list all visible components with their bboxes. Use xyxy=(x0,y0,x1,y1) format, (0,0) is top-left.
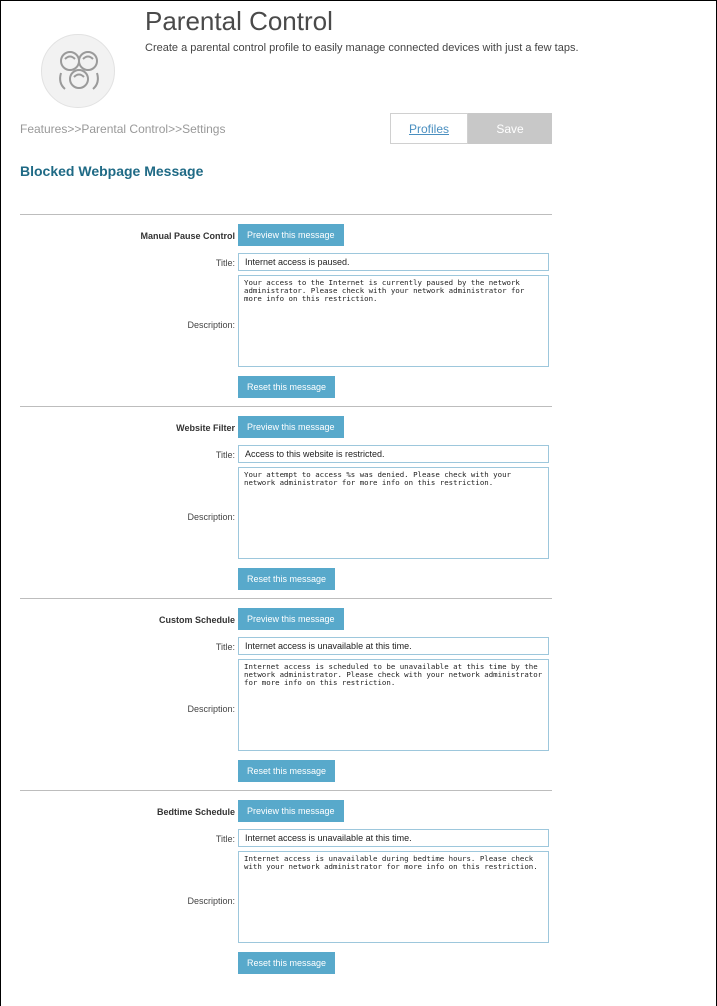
page-title: Parental Control xyxy=(145,6,333,36)
title-label: Title: xyxy=(215,258,235,268)
description-label: Description: xyxy=(187,704,235,714)
description-label: Description: xyxy=(187,896,235,906)
title-input[interactable]: Internet access is unavailable at this t… xyxy=(238,829,549,847)
message-name: Custom Schedule xyxy=(158,615,235,625)
preview-message-button[interactable]: Preview this message xyxy=(238,416,344,438)
title-input[interactable]: Internet access is unavailable at this t… xyxy=(238,637,549,655)
description-textarea[interactable]: Your access to the Internet is currently… xyxy=(238,275,549,367)
family-icon xyxy=(41,34,115,108)
description-textarea[interactable]: Your attempt to access %s was denied. Pl… xyxy=(238,467,549,559)
description-label: Description: xyxy=(187,320,235,330)
reset-message-button[interactable]: Reset this message xyxy=(238,568,336,590)
description-textarea[interactable]: Internet access is scheduled to be unava… xyxy=(238,659,549,751)
profiles-button[interactable]: Profiles xyxy=(390,113,468,144)
save-button[interactable]: Save xyxy=(468,113,552,144)
section-divider xyxy=(20,790,552,791)
title-label: Title: xyxy=(215,642,235,652)
breadcrumb: Features>>Parental Control>>Settings xyxy=(20,122,226,136)
reset-message-button[interactable]: Reset this message xyxy=(238,760,336,782)
section-divider xyxy=(20,406,552,407)
section-divider xyxy=(20,598,552,599)
preview-message-button[interactable]: Preview this message xyxy=(238,800,344,822)
title-input[interactable]: Internet access is paused. xyxy=(238,253,549,271)
reset-message-button[interactable]: Reset this message xyxy=(238,376,336,398)
section-divider xyxy=(20,214,552,215)
title-label: Title: xyxy=(215,450,235,460)
message-name: Bedtime Schedule xyxy=(156,807,235,817)
preview-message-button[interactable]: Preview this message xyxy=(238,608,344,630)
message-name: Manual Pause Control xyxy=(140,231,235,241)
description-textarea[interactable]: Internet access is unavailable during be… xyxy=(238,851,549,943)
section-heading: Blocked Webpage Message xyxy=(20,163,204,179)
page-subtitle: Create a parental control profile to eas… xyxy=(145,42,579,54)
toolbar: Profiles Save xyxy=(390,113,552,144)
preview-message-button[interactable]: Preview this message xyxy=(238,224,344,246)
reset-message-button[interactable]: Reset this message xyxy=(238,952,336,974)
description-label: Description: xyxy=(187,512,235,522)
message-name: Website Filter xyxy=(176,423,235,433)
title-input[interactable]: Access to this website is restricted. xyxy=(238,445,549,463)
title-label: Title: xyxy=(215,834,235,844)
